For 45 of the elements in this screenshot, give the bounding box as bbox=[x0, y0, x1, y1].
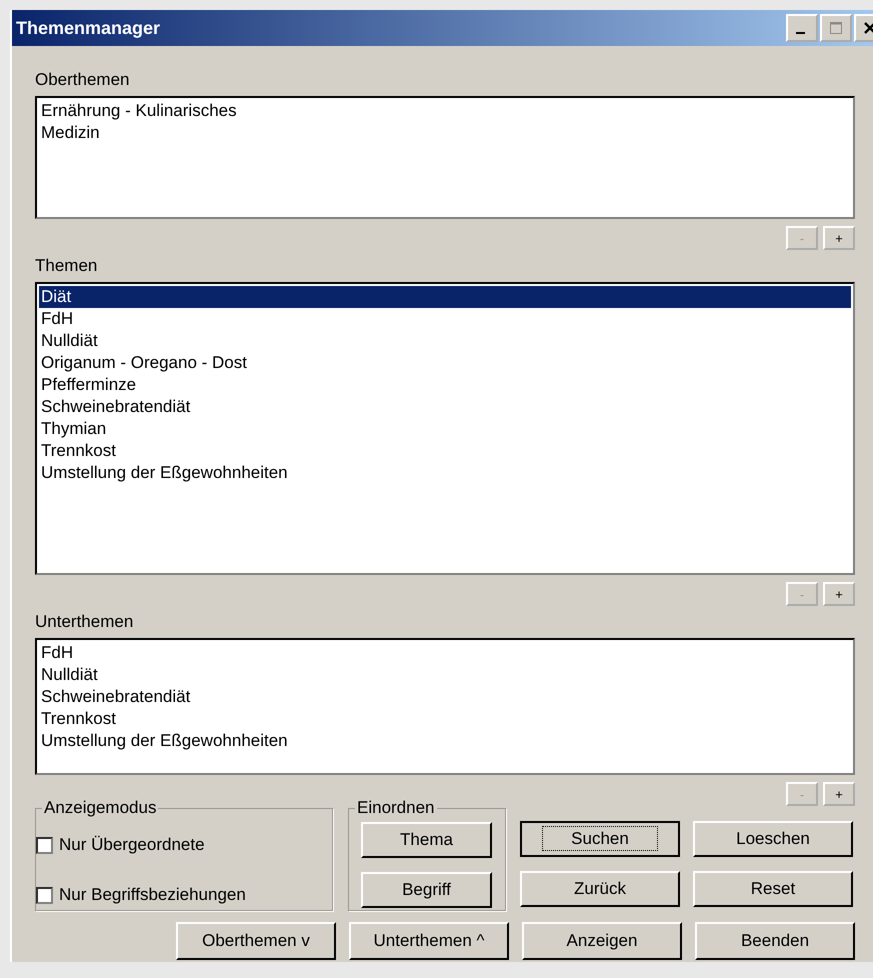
group-title: Anzeigemodus bbox=[42, 798, 158, 818]
push-button[interactable]: Anzeigen bbox=[522, 922, 682, 960]
list-item[interactable]: Diät bbox=[39, 286, 851, 308]
list-item[interactable]: Trennkost bbox=[39, 708, 851, 730]
list-item[interactable]: Nulldiät bbox=[39, 664, 851, 686]
push-button[interactable]: Beenden bbox=[695, 922, 855, 960]
push-button[interactable]: Unterthemen ^ bbox=[349, 922, 509, 960]
list-item[interactable]: Nulldiät bbox=[39, 330, 851, 352]
list-label: Oberthemen bbox=[35, 70, 130, 91]
list-item[interactable]: Medizin bbox=[39, 122, 851, 144]
list-item[interactable]: Ernährung - Kulinarisches bbox=[39, 100, 851, 122]
list-item[interactable]: FdH bbox=[39, 308, 851, 330]
checkbox-label: Nur Begriffsbeziehungen bbox=[59, 885, 246, 905]
list-box[interactable]: Ernährung - Kulinarisches Medizin bbox=[35, 96, 855, 219]
checkbox[interactable] bbox=[36, 886, 53, 904]
checkbox-label: Nur Übergeordnete bbox=[59, 835, 205, 855]
push-button[interactable]: Loeschen bbox=[693, 821, 853, 857]
list-item[interactable]: Schweinebratendiät bbox=[39, 396, 851, 418]
list-item[interactable]: Umstellung der Eßgewohnheiten bbox=[39, 462, 851, 484]
list-box[interactable]: Diät FdH Nulldiät Origanum - Oregano - Dost Pfefferminze Schweinebratendiät Thymian Trennkost Umstellung der Eßgewohnheiten bbox=[35, 282, 855, 575]
minimize-icon bbox=[796, 32, 804, 34]
checkbox[interactable] bbox=[36, 836, 53, 854]
minimize-button[interactable] bbox=[786, 14, 818, 42]
list-item[interactable]: Pfefferminze bbox=[39, 374, 851, 396]
close-icon bbox=[863, 21, 873, 35]
window-title: Themenmanager bbox=[16, 18, 160, 38]
push-button[interactable]: Zurück bbox=[520, 871, 680, 907]
add-button[interactable]: + bbox=[823, 226, 855, 250]
list-item[interactable]: Origanum - Oregano - Dost bbox=[39, 352, 851, 374]
push-button[interactable]: Thema bbox=[361, 822, 492, 858]
list-item[interactable]: Trennkost bbox=[39, 440, 851, 462]
push-button[interactable]: Begriff bbox=[361, 872, 492, 908]
list-label: Unterthemen bbox=[35, 612, 134, 633]
list-item[interactable]: Thymian bbox=[39, 418, 851, 440]
push-button[interactable]: Reset bbox=[693, 871, 853, 907]
maximize-icon bbox=[829, 21, 843, 35]
add-button[interactable]: + bbox=[823, 782, 855, 806]
push-button[interactable]: Oberthemen v bbox=[176, 922, 336, 960]
list-item[interactable]: Umstellung der Eßgewohnheiten bbox=[39, 730, 851, 752]
list-label: Themen bbox=[35, 256, 98, 277]
list-item[interactable]: FdH bbox=[39, 642, 851, 664]
list-box[interactable]: FdH Nulldiät Schweinebratendiät Trennkost Umstellung der Eßgewohnheiten bbox=[35, 638, 855, 775]
push-button[interactable]: Suchen bbox=[520, 821, 680, 857]
add-button[interactable]: + bbox=[823, 582, 855, 606]
list-item[interactable]: Schweinebratendiät bbox=[39, 686, 851, 708]
